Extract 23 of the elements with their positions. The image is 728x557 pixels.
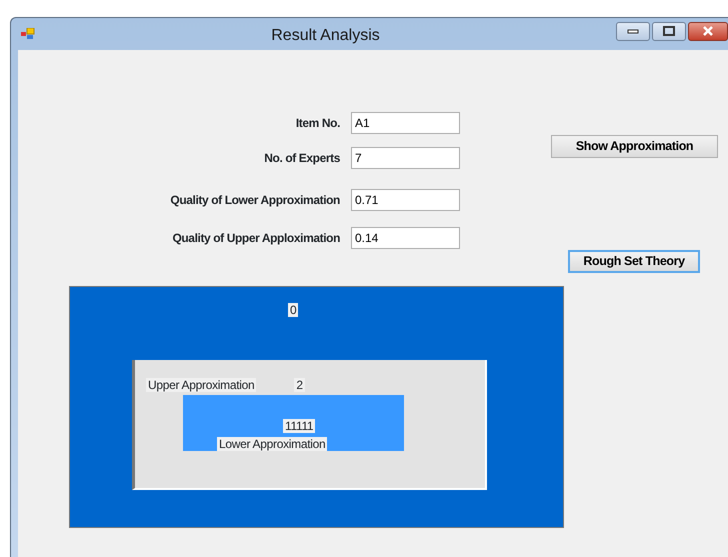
field-label: Item No.: [294, 115, 340, 132]
minimize-button[interactable]: [616, 22, 650, 40]
field-label: Quality of Upper Apploximation: [171, 230, 340, 247]
input-field[interactable]: A1: [351, 112, 460, 134]
action-button[interactable]: Show Approximation: [551, 135, 718, 158]
app-icon: [21, 28, 35, 40]
maximize-icon: [663, 26, 675, 36]
action-button[interactable]: Rough Set Theory: [568, 250, 700, 273]
input-field[interactable]: 0.71: [351, 189, 460, 211]
lower-label: Lower Approximation: [217, 437, 328, 451]
upper-label: Upper Approximation: [146, 378, 256, 392]
close-icon: [702, 26, 714, 36]
minimize-icon: [627, 28, 639, 34]
field-label: No. of Experts: [263, 150, 340, 167]
close-button[interactable]: [688, 22, 728, 40]
maximize-button[interactable]: [652, 22, 686, 40]
outer-value: 0: [288, 303, 298, 317]
window-title: Result Analysis: [270, 26, 381, 46]
input-field[interactable]: 0.14: [351, 227, 460, 249]
field-label: Quality of Lower Approximation: [169, 192, 340, 209]
lower-value: 11111: [283, 419, 316, 433]
input-field[interactable]: 7: [351, 147, 460, 169]
upper-value: 2: [294, 378, 305, 392]
